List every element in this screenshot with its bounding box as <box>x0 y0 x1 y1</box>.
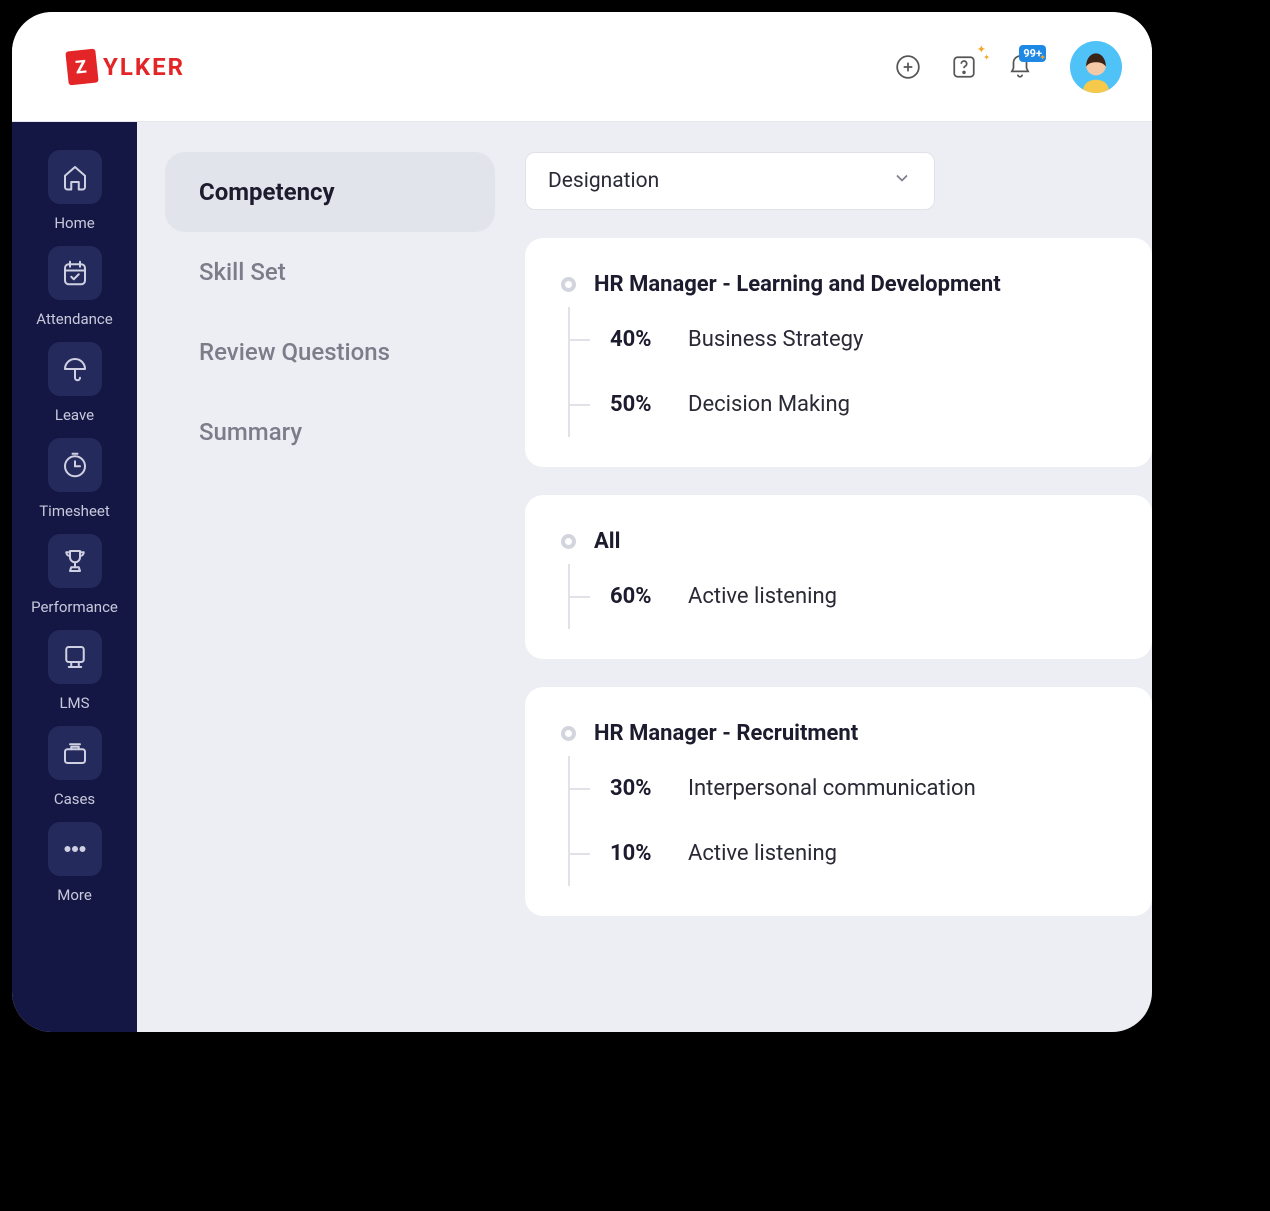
tab-skill-set[interactable]: Skill Set <box>165 232 495 312</box>
presentation-icon <box>48 630 102 684</box>
sidebar-item-label: Cases <box>54 790 95 808</box>
brand-logo-box: Z <box>65 48 98 85</box>
sidebar-item-more[interactable]: More <box>12 822 137 904</box>
header-actions: 99+ <box>892 41 1122 93</box>
sidebar-item-cases[interactable]: Cases <box>12 726 137 808</box>
sidebar-item-performance[interactable]: Performance <box>12 534 137 616</box>
tab-summary[interactable]: Summary <box>165 392 495 472</box>
competency-row: 10% Active listening <box>570 821 1116 886</box>
competency-label: Business Strategy <box>688 327 863 352</box>
chevron-down-icon <box>892 168 912 194</box>
main-column: Designation HR Manager - Learning and De… <box>525 152 1152 1032</box>
brand-text: YLKER <box>103 53 185 81</box>
header: Z YLKER 99+ <box>12 12 1152 122</box>
competency-pct: 60% <box>610 584 688 609</box>
competency-row: 40% Business Strategy <box>570 307 1116 372</box>
competency-label: Active listening <box>688 841 837 866</box>
sidebar-item-label: Home <box>54 214 94 232</box>
competency-pct: 30% <box>610 776 688 801</box>
notification-badge: 99+ <box>1019 45 1046 62</box>
more-icon <box>48 822 102 876</box>
app-window: Z YLKER 99+ <box>12 12 1152 1032</box>
trophy-icon <box>48 534 102 588</box>
sidebar-item-label: Attendance <box>36 310 112 328</box>
tab-competency[interactable]: Competency <box>165 152 495 232</box>
brand-logo: Z YLKER <box>67 50 185 84</box>
card-title: All <box>594 529 620 554</box>
card-header: HR Manager - Learning and Development <box>561 272 1116 297</box>
competency-pct: 50% <box>610 392 688 417</box>
competency-label: Interpersonal communication <box>688 776 976 801</box>
sidebar-item-attendance[interactable]: Attendance <box>12 246 137 328</box>
sidebar-item-leave[interactable]: Leave <box>12 342 137 424</box>
competency-pct: 40% <box>610 327 688 352</box>
designation-select[interactable]: Designation <box>525 152 935 210</box>
competency-label: Active listening <box>688 584 837 609</box>
umbrella-icon <box>48 342 102 396</box>
bullet-icon <box>561 277 576 292</box>
card-title: HR Manager - Recruitment <box>594 721 858 746</box>
sidebar-item-label: LMS <box>59 694 89 712</box>
avatar[interactable] <box>1070 41 1122 93</box>
sidebar: Home Attendance Leave Timesheet Performa… <box>12 122 137 1032</box>
sidebar-item-label: Leave <box>55 406 94 424</box>
sidebar-item-timesheet[interactable]: Timesheet <box>12 438 137 520</box>
add-icon[interactable] <box>892 51 924 83</box>
calendar-check-icon <box>48 246 102 300</box>
sidebar-item-label: More <box>57 886 92 904</box>
bullet-icon <box>561 726 576 741</box>
competency-row: 30% Interpersonal communication <box>570 756 1116 821</box>
tabs-column: Competency Skill Set Review Questions Su… <box>165 152 495 1032</box>
help-icon[interactable] <box>948 51 980 83</box>
card-header: HR Manager - Recruitment <box>561 721 1116 746</box>
competency-card: All 60% Active listening <box>525 495 1152 659</box>
sidebar-item-home[interactable]: Home <box>12 150 137 232</box>
card-header: All <box>561 529 1116 554</box>
competency-row: 60% Active listening <box>570 564 1116 629</box>
stopwatch-icon <box>48 438 102 492</box>
competency-row: 50% Decision Making <box>570 372 1116 437</box>
competency-card: HR Manager - Learning and Development 40… <box>525 238 1152 467</box>
sidebar-item-label: Timesheet <box>39 502 110 520</box>
tab-review-questions[interactable]: Review Questions <box>165 312 495 392</box>
competency-card: HR Manager - Recruitment 30% Interperson… <box>525 687 1152 916</box>
content: Competency Skill Set Review Questions Su… <box>137 122 1152 1032</box>
bullet-icon <box>561 534 576 549</box>
competency-label: Decision Making <box>688 392 850 417</box>
card-title: HR Manager - Learning and Development <box>594 272 1001 297</box>
briefcase-icon <box>48 726 102 780</box>
select-value: Designation <box>548 169 659 193</box>
sidebar-item-label: Performance <box>31 598 118 616</box>
home-icon <box>48 150 102 204</box>
competency-pct: 10% <box>610 841 688 866</box>
notifications-icon[interactable]: 99+ <box>1004 51 1036 83</box>
sidebar-item-lms[interactable]: LMS <box>12 630 137 712</box>
